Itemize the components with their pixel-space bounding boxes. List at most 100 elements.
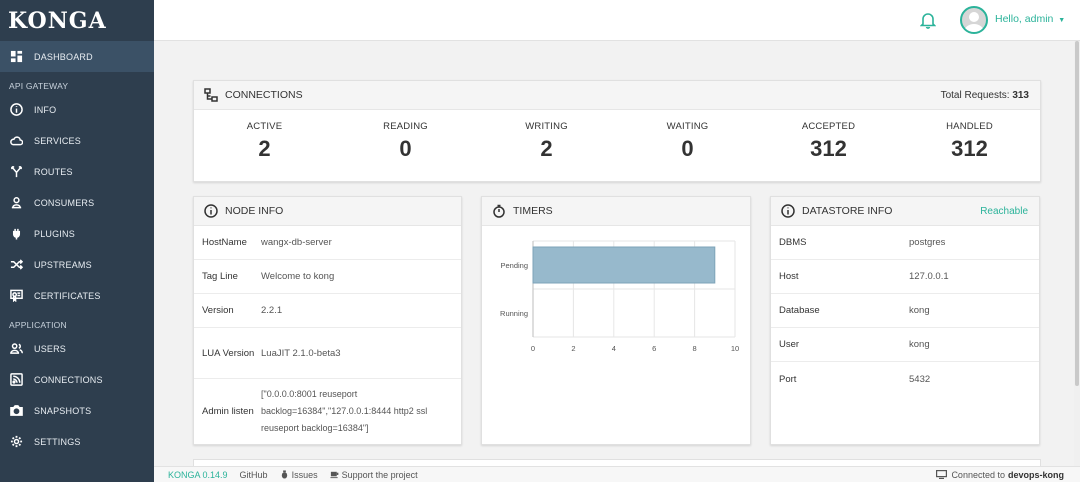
- row-value: Welcome to kong: [261, 271, 335, 282]
- stat-value: 312: [810, 136, 847, 161]
- camera-icon: [9, 404, 23, 418]
- row-value: 5432: [909, 373, 931, 385]
- sidebar-item-label: UPSTREAMS: [34, 259, 92, 270]
- node-info-header: NODE INFO: [194, 197, 461, 226]
- row-key: HostName: [202, 237, 247, 248]
- support-label: Support the project: [341, 469, 418, 480]
- user-menu[interactable]: Hello, admin ▼: [995, 13, 1065, 25]
- connections-header: CONNECTIONS Total Requests: 313: [194, 81, 1040, 110]
- sidebar-item-dashboard[interactable]: DASHBOARD: [0, 41, 154, 72]
- timers-panel: TIMERS Pending Running 0 2 4 6 8 10: [481, 196, 751, 445]
- stat-value: 312: [951, 136, 988, 161]
- rss-icon: [9, 373, 23, 387]
- sidebar-item-info[interactable]: INFO: [0, 94, 154, 125]
- sidebar-item-routes[interactable]: ROUTES: [0, 156, 154, 187]
- sidebar-item-label: SETTINGS: [34, 436, 81, 447]
- plug-icon: [9, 227, 23, 241]
- certificate-icon: [9, 289, 23, 303]
- avatar[interactable]: [960, 6, 988, 34]
- sidebar-item-label: INFO: [34, 104, 57, 115]
- bell-icon[interactable]: [919, 11, 937, 29]
- row-key: Host: [779, 271, 799, 282]
- sidebar-item-certificates[interactable]: CERTIFICATES: [0, 280, 154, 311]
- network-icon: [204, 88, 218, 102]
- row-key: Port: [779, 373, 797, 385]
- scrollbar-thumb[interactable]: [1075, 41, 1079, 386]
- total-requests-value: 313: [1012, 89, 1029, 101]
- github-label: GitHub: [239, 469, 268, 480]
- sidebar-item-consumers[interactable]: CONSUMERS: [0, 187, 154, 218]
- sidebar-item-services[interactable]: SERVICES: [0, 125, 154, 156]
- sidebar-item-upstreams[interactable]: UPSTREAMS: [0, 249, 154, 280]
- konga-logo[interactable]: KONGA: [0, 0, 154, 41]
- ds-row-port: Port 5432: [771, 362, 1039, 396]
- datastore-title: DATASTORE INFO: [802, 205, 893, 217]
- info-icon: [781, 204, 795, 218]
- row-value: postgres: [909, 237, 946, 248]
- x-tick-label: 2: [571, 344, 575, 353]
- sidebar-item-users[interactable]: USERS: [0, 333, 154, 364]
- coffee-icon: [330, 471, 338, 479]
- row-value: wangx-db-server: [261, 237, 332, 248]
- support-link[interactable]: Support the project: [330, 470, 418, 480]
- sidebar-item-label: CONNECTIONS: [34, 374, 103, 385]
- timers-title: TIMERS: [513, 205, 553, 217]
- sidebar-item-label: PLUGINS: [34, 228, 75, 239]
- sidebar-item-label: SNAPSHOTS: [34, 405, 92, 416]
- row-value: 2.2.1: [261, 305, 283, 316]
- row-key: Admin listen: [202, 405, 254, 417]
- next-panel-edge: [193, 459, 1041, 466]
- datastore-header: DATASTORE INFO Reachable: [771, 197, 1039, 226]
- total-requests: Total Requests: 313: [941, 90, 1029, 101]
- row-key: User: [779, 339, 800, 350]
- dashboard-icon: [9, 50, 23, 64]
- connections-panel: CONNECTIONS Total Requests: 313 ACTIVE 2 …: [193, 80, 1041, 182]
- sidebar-item-label: CONSUMERS: [34, 197, 95, 208]
- stat-label: READING: [383, 121, 428, 132]
- tick-label-running: Running: [500, 309, 528, 318]
- row-value: LuaJIT 2.1.0-beta3: [261, 347, 341, 359]
- stat-value: 2: [258, 136, 271, 161]
- sidebar-item-label: DASHBOARD: [34, 51, 93, 62]
- connected-name: devops-kong: [1007, 469, 1064, 480]
- vertical-scrollbar[interactable]: [1074, 41, 1080, 466]
- stat-accepted: ACCEPTED 312: [758, 110, 899, 182]
- connections-title: CONNECTIONS: [225, 89, 303, 101]
- stat-value: 0: [399, 136, 412, 161]
- node-row-tagline: Tag Line Welcome to kong: [194, 260, 461, 294]
- stat-label: WRITING: [525, 121, 568, 132]
- footer: KONGA 0.14.9 GitHub Issues Support the p…: [154, 466, 1080, 482]
- row-key: LUA Version: [202, 347, 255, 359]
- x-tick-label: 8: [693, 344, 697, 353]
- datastore-info-panel: DATASTORE INFO Reachable DBMS postgres Ho…: [770, 196, 1040, 445]
- github-link[interactable]: GitHub: [240, 470, 268, 480]
- stat-writing: WRITING 2: [476, 110, 617, 182]
- info-icon: [204, 204, 218, 218]
- node-row-lua-version: LUA Version LuaJIT 2.1.0-beta3: [194, 328, 461, 379]
- row-value: 127.0.0.1: [909, 271, 949, 282]
- section-application: APPLICATION: [9, 320, 67, 330]
- ds-row-user: User kong: [771, 328, 1039, 362]
- timers-header: TIMERS: [482, 197, 750, 226]
- sidebar-item-plugins[interactable]: PLUGINS: [0, 218, 154, 249]
- connected-label: Connected to: [951, 469, 1005, 480]
- row-value: ["0.0.0.0:8001 reuseport backlog=16384",…: [261, 388, 428, 433]
- row-key: Database: [779, 305, 820, 316]
- sidebar-item-settings[interactable]: SETTINGS: [0, 426, 154, 457]
- bug-icon: [281, 470, 287, 479]
- stat-waiting: WAITING 0: [617, 110, 758, 182]
- stopwatch-icon: [492, 204, 506, 218]
- issues-link[interactable]: Issues: [280, 470, 318, 480]
- shuffle-icon: [9, 258, 23, 272]
- total-requests-label: Total Requests:: [940, 89, 1010, 101]
- node-info-title: NODE INFO: [225, 205, 284, 217]
- sidebar-item-label: USERS: [34, 343, 67, 354]
- sidebar-item-connections[interactable]: CONNECTIONS: [0, 364, 154, 395]
- stat-value: 0: [681, 136, 694, 161]
- greeting-text: Hello, admin: [995, 13, 1054, 25]
- monitor-icon: [936, 470, 948, 479]
- sidebar-item-label: CERTIFICATES: [34, 290, 101, 301]
- stat-label: HANDLED: [946, 121, 993, 132]
- caret-down-icon: ▼: [1058, 17, 1066, 24]
- sidebar-item-snapshots[interactable]: SNAPSHOTS: [0, 395, 154, 426]
